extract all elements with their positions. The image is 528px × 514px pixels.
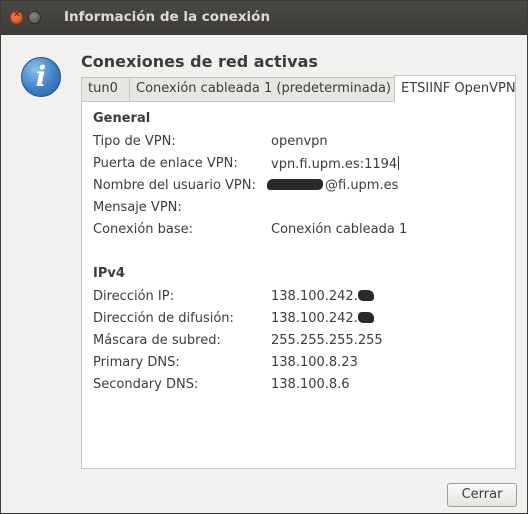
- connection-details-panel: General Tipo de VPN: openvpn Puerta de e…: [81, 101, 516, 469]
- window-minimize-icon[interactable]: [28, 11, 41, 24]
- primary-dns-value: 138.100.8.23: [271, 355, 358, 370]
- vpn-message-label: Mensaje VPN:: [93, 200, 182, 215]
- window-title: Información de la conexión: [64, 9, 271, 25]
- secondary-dns-label: Secondary DNS:: [93, 377, 199, 392]
- window-close-icon[interactable]: [10, 10, 23, 24]
- vpn-username-value: @fi.upm.es: [267, 178, 398, 193]
- subnet-mask-label: Máscara de subred:: [93, 333, 221, 348]
- base-connection-value: Conexión cableada 1: [271, 222, 408, 237]
- secondary-dns-value: 138.100.8.6: [271, 377, 350, 392]
- section-general-heading: General: [93, 111, 151, 126]
- vpn-gateway-value: vpn.fi.upm.es:1194: [271, 156, 400, 172]
- broadcast-address-label: Dirección de difusión:: [93, 311, 234, 326]
- tab-etsiinf-openvpn[interactable]: ETSIINF OpenVPN: [394, 75, 516, 102]
- primary-dns-label: Primary DNS:: [93, 355, 180, 370]
- broadcast-address-value: 138.100.242.: [271, 311, 374, 326]
- vpn-type-value: openvpn: [271, 134, 328, 149]
- vpn-gateway-label: Puerta de enlace VPN:: [93, 156, 238, 171]
- ip-address-label: Dirección IP:: [93, 289, 174, 304]
- vpn-type-label: Tipo de VPN:: [93, 134, 176, 149]
- section-ipv4-heading: IPv4: [93, 266, 125, 281]
- vpn-username-label: Nombre del usuario VPN:: [93, 178, 256, 193]
- title-bar[interactable]: Información de la conexión: [1, 1, 527, 35]
- redacted-broadcast-mark: [357, 312, 374, 323]
- subnet-mask-value: 255.255.255.255: [271, 333, 383, 348]
- vpn-gateway-text: vpn.fi.upm.es:1194: [271, 157, 398, 172]
- broadcast-address-text: 138.100.242.: [271, 311, 358, 326]
- connection-info-window: Información de la conexión i Conexiones …: [0, 0, 528, 514]
- redacted-username-mark: [267, 179, 323, 190]
- close-button[interactable]: Cerrar: [447, 483, 517, 507]
- vpn-username-domain: @fi.upm.es: [325, 178, 399, 193]
- tab-wired-connection[interactable]: Conexión cableada 1 (predeterminada): [129, 77, 395, 101]
- info-icon: i: [21, 57, 61, 97]
- text-cursor: [398, 156, 400, 170]
- page-title: Conexiones de red activas: [81, 52, 318, 71]
- ip-address-text: 138.100.242.: [271, 289, 358, 304]
- tab-tun0[interactable]: tun0: [81, 77, 130, 101]
- redacted-ip-mark: [357, 290, 374, 301]
- base-connection-label: Conexión base:: [93, 222, 194, 237]
- ip-address-value: 138.100.242.: [271, 289, 374, 304]
